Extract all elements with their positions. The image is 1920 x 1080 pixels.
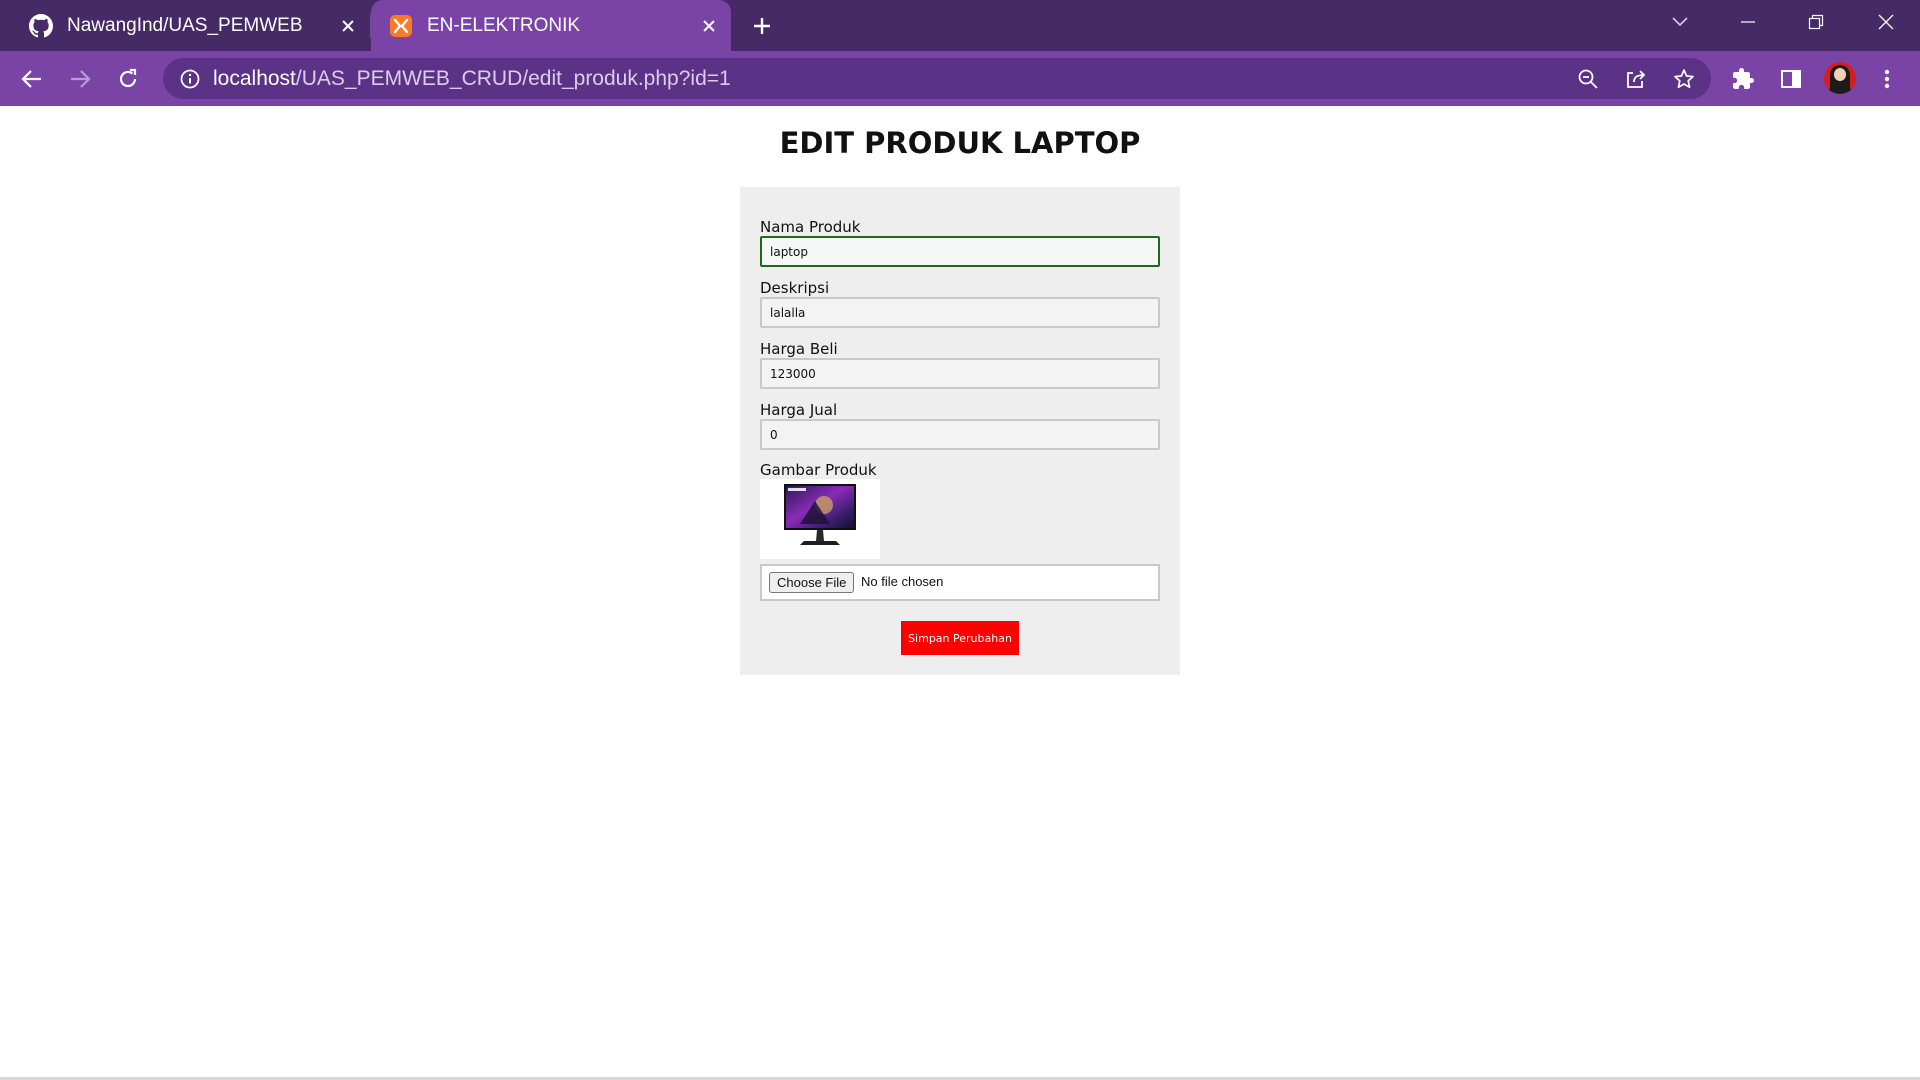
file-status-text: No file chosen: [861, 574, 944, 589]
side-panel-icon[interactable]: [1775, 63, 1807, 95]
close-tab-icon[interactable]: [336, 14, 360, 38]
harga-beli-label: Harga Beli: [760, 340, 838, 358]
edit-product-form: Nama Produk Deskripsi Harga Beli Harga J…: [740, 187, 1180, 675]
product-image: [760, 479, 880, 559]
zoom-out-icon[interactable]: [1575, 66, 1601, 92]
url-path: /UAS_PEMWEB_CRUD/edit_produk.php?id=1: [295, 67, 731, 90]
browser-tab-strip: NawangInd/UAS_PEMWEB EN-ELEKTRONIK: [0, 0, 1920, 51]
tab-github[interactable]: NawangInd/UAS_PEMWEB: [0, 0, 370, 51]
tab-title: NawangInd/UAS_PEMWEB: [67, 14, 303, 36]
url-host: localhost: [213, 67, 296, 90]
bookmark-star-icon[interactable]: [1671, 66, 1697, 92]
more-menu-icon[interactable]: [1871, 63, 1903, 95]
monitor-icon: [784, 484, 856, 545]
url-text[interactable]: localhost/UAS_PEMWEB_CRUD/edit_produk.ph…: [213, 58, 731, 99]
github-icon: [29, 13, 53, 38]
back-arrow-icon[interactable]: [16, 63, 48, 95]
nama-produk-input[interactable]: [760, 236, 1160, 267]
forward-arrow-icon[interactable]: [64, 63, 96, 95]
choose-file-button[interactable]: Choose File: [769, 572, 855, 593]
extensions-puzzle-icon[interactable]: [1727, 63, 1759, 95]
close-window-icon[interactable]: [1852, 0, 1920, 44]
page-title: EDIT PRODUK LAPTOP: [779, 126, 1141, 160]
tab-title: EN-ELEKTRONIK: [427, 14, 581, 36]
file-input[interactable]: Choose File No file chosen: [760, 564, 1160, 601]
avatar-face: [1834, 68, 1846, 81]
browser-toolbar: localhost/UAS_PEMWEB_CRUD/edit_produk.ph…: [0, 51, 1920, 106]
minimize-window-icon[interactable]: [1714, 0, 1782, 44]
address-bar[interactable]: localhost/UAS_PEMWEB_CRUD/edit_produk.ph…: [163, 58, 1711, 99]
reload-icon[interactable]: [112, 63, 144, 95]
share-icon[interactable]: [1623, 66, 1649, 92]
close-tab-icon[interactable]: [697, 14, 721, 38]
xampp-icon: [389, 14, 413, 38]
avatar-body: [1829, 82, 1851, 94]
deskripsi-input[interactable]: [760, 297, 1160, 328]
new-tab-button[interactable]: [748, 12, 776, 40]
harga-jual-input[interactable]: [760, 419, 1160, 450]
deskripsi-label: Deskripsi: [760, 279, 830, 297]
site-info-icon[interactable]: [177, 66, 203, 92]
profile-avatar[interactable]: [1824, 62, 1856, 94]
tab-search-chevron-icon[interactable]: [1646, 0, 1714, 44]
harga-jual-label: Harga Jual: [760, 401, 838, 419]
restore-window-icon[interactable]: [1782, 0, 1850, 44]
gambar-produk-label: Gambar Produk: [760, 461, 877, 479]
harga-beli-input[interactable]: [760, 358, 1160, 389]
tab-en-elektronik[interactable]: EN-ELEKTRONIK: [371, 0, 731, 51]
nama-produk-label: Nama Produk: [760, 218, 861, 236]
save-changes-button[interactable]: Simpan Perubahan: [901, 621, 1019, 655]
